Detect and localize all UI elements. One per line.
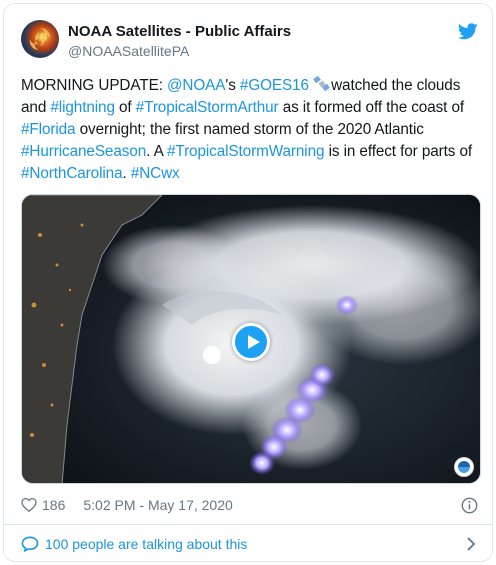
chevron-right-icon[interactable] <box>466 536 476 552</box>
play-icon[interactable] <box>232 323 270 361</box>
hashtag-goes16-link[interactable]: #GOES16 <box>240 77 309 94</box>
noaa-logo-icon <box>454 457 474 477</box>
display-name[interactable]: NOAA Satellites - Public Affairs <box>68 22 291 41</box>
tweet-text-segment: as it formed off the coast of <box>278 99 465 116</box>
video-player[interactable] <box>21 194 481 484</box>
tweet-text: MORNING UPDATE: @NOAA's #GOES16 watched … <box>21 75 481 185</box>
hashtag-northcarolina-link[interactable]: #NorthCarolina <box>21 165 123 182</box>
hashtag-lightning-link[interactable]: #lightning <box>50 99 115 116</box>
hashtag-tropicalstormwarning-link[interactable]: #TropicalStormWarning <box>167 143 325 160</box>
twitter-bird-icon[interactable] <box>458 23 478 40</box>
tweet-text-segment: . A <box>146 143 167 160</box>
tweet-meta: 186 5:02 PM - May 17, 2020 <box>21 495 233 515</box>
timestamp[interactable]: 5:02 PM - May 17, 2020 <box>83 497 232 513</box>
satellite-emoji-icon <box>313 76 331 92</box>
avatar[interactable] <box>21 20 59 58</box>
account-handle[interactable]: @NOAASatellitePA <box>68 42 291 60</box>
like-count[interactable]: 186 <box>42 497 65 513</box>
mention-noaa-link[interactable]: @NOAA <box>167 77 225 94</box>
hashtag-tropicalstormarthur-link[interactable]: #TropicalStormArthur <box>136 99 279 116</box>
heart-icon[interactable] <box>21 498 37 512</box>
hurricane-avatar-icon <box>29 28 51 50</box>
account-names[interactable]: NOAA Satellites - Public Affairs @NOAASa… <box>68 22 291 60</box>
speech-bubble-icon <box>21 536 39 552</box>
tweet-text-segment: 's <box>225 77 240 94</box>
tweet-text-segment: . <box>122 165 131 182</box>
talking-about-text[interactable]: 100 people are talking about this <box>45 534 247 554</box>
conversation-link[interactable]: 100 people are talking about this <box>21 532 478 556</box>
tweet-card: NOAA Satellites - Public Affairs @NOAASa… <box>3 3 493 562</box>
tweet-text-segment: of <box>114 99 136 116</box>
tweet-header: NOAA Satellites - Public Affairs @NOAASa… <box>21 17 478 67</box>
tweet-text-segment: MORNING UPDATE: <box>21 77 167 94</box>
hashtag-ncwx-link[interactable]: #NCwx <box>131 165 180 182</box>
divider <box>4 524 492 525</box>
hashtag-hurricaneseason-link[interactable]: #HurricaneSeason <box>21 143 146 160</box>
info-icon[interactable] <box>461 497 478 514</box>
tweet-text-segment: is in effect for parts of <box>324 143 473 160</box>
hashtag-florida-link[interactable]: #Florida <box>21 121 76 138</box>
tweet-text-segment: overnight; the first named storm of the … <box>75 121 424 138</box>
